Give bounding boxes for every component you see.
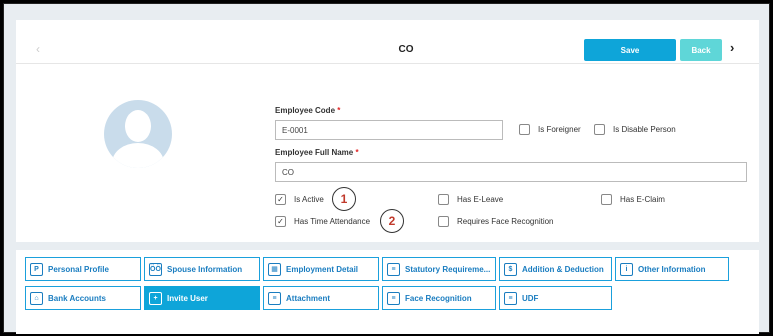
employee-code-label-text: Employee Code bbox=[275, 106, 336, 115]
tab-udf[interactable]: ≡ UDF bbox=[499, 286, 612, 310]
avatar-body-icon bbox=[112, 143, 164, 168]
employee-code-input[interactable]: E-0001 bbox=[275, 120, 503, 140]
header-divider bbox=[16, 63, 759, 64]
info-icon: i bbox=[620, 262, 633, 276]
required-mark: * bbox=[337, 106, 341, 115]
annotation-marker-1: 1 bbox=[332, 187, 356, 211]
tab-addition-deduction[interactable]: $ Addition & Deduction bbox=[499, 257, 612, 281]
section-tabs-card: P Personal Profile ÖÖ Spouse Information… bbox=[16, 250, 759, 334]
tab-face-recognition[interactable]: ≡ Face Recognition bbox=[382, 286, 496, 310]
document-icon: ≡ bbox=[387, 262, 400, 276]
full-name-label-text: Employee Full Name bbox=[275, 148, 354, 157]
tab-label: Spouse Information bbox=[167, 264, 243, 274]
avatar[interactable] bbox=[104, 100, 172, 168]
required-mark: * bbox=[355, 148, 359, 157]
bank-icon: ⌂ bbox=[30, 291, 43, 305]
tab-label: Other Information bbox=[638, 264, 706, 274]
is-foreigner-checkbox[interactable]: Is Foreigner bbox=[519, 124, 581, 135]
tab-other-information[interactable]: i Other Information bbox=[615, 257, 729, 281]
profile-icon: P bbox=[30, 262, 43, 276]
requires-face-recognition-box[interactable] bbox=[438, 216, 449, 227]
tab-statutory-requirements[interactable]: ≡ Statutory Requireme... bbox=[382, 257, 496, 281]
tab-employment-detail[interactable]: ▦ Employment Detail bbox=[263, 257, 379, 281]
annotation-marker-2: 2 bbox=[380, 209, 404, 233]
has-eleave-label: Has E-Leave bbox=[457, 195, 504, 204]
tab-label: Statutory Requireme... bbox=[405, 264, 491, 274]
building-icon: ▦ bbox=[268, 262, 281, 276]
has-eleave-checkbox[interactable]: Has E-Leave bbox=[438, 194, 503, 205]
tab-bank-accounts[interactable]: ⌂ Bank Accounts bbox=[25, 286, 141, 310]
is-disable-person-checkbox[interactable]: Is Disable Person bbox=[594, 124, 676, 135]
user-add-icon: + bbox=[149, 291, 162, 305]
face-icon: ≡ bbox=[387, 291, 400, 305]
page-title: CO bbox=[398, 44, 414, 55]
tab-label: Personal Profile bbox=[48, 264, 109, 274]
is-disable-person-box[interactable] bbox=[594, 124, 605, 135]
employee-code-label: Employee Code * bbox=[275, 106, 340, 115]
tab-label: Invite User bbox=[167, 293, 208, 303]
udf-icon: ≡ bbox=[504, 291, 517, 305]
next-record-icon[interactable]: › bbox=[730, 40, 734, 55]
full-name-label: Employee Full Name * bbox=[275, 148, 359, 157]
has-time-attendance-checkbox[interactable]: ✓ Has Time Attendance bbox=[275, 216, 370, 227]
is-disable-person-label: Is Disable Person bbox=[613, 125, 676, 134]
employee-header-card: ‹ CO Save Back › Employee Code * E-0001 … bbox=[16, 20, 759, 242]
has-eclaim-box[interactable] bbox=[601, 194, 612, 205]
tab-label: Face Recognition bbox=[405, 293, 472, 303]
tab-spouse-information[interactable]: ÖÖ Spouse Information bbox=[144, 257, 260, 281]
has-eleave-box[interactable] bbox=[438, 194, 449, 205]
people-icon: ÖÖ bbox=[149, 262, 162, 276]
has-time-attendance-box[interactable]: ✓ bbox=[275, 216, 286, 227]
previous-record-icon[interactable]: ‹ bbox=[36, 42, 40, 56]
has-eclaim-label: Has E-Claim bbox=[620, 195, 665, 204]
tab-label: Addition & Deduction bbox=[522, 264, 604, 274]
is-active-box[interactable]: ✓ bbox=[275, 194, 286, 205]
full-name-input[interactable]: CO bbox=[275, 162, 747, 182]
tab-label: UDF bbox=[522, 293, 539, 303]
coin-icon: $ bbox=[504, 262, 517, 276]
requires-face-recognition-checkbox[interactable]: Requires Face Recognition bbox=[438, 216, 554, 227]
back-button[interactable]: Back bbox=[680, 39, 722, 61]
has-eclaim-checkbox[interactable]: Has E-Claim bbox=[601, 194, 665, 205]
tab-label: Employment Detail bbox=[286, 264, 359, 274]
is-foreigner-label: Is Foreigner bbox=[538, 125, 581, 134]
is-active-checkbox[interactable]: ✓ Is Active bbox=[275, 194, 324, 205]
avatar-head-icon bbox=[125, 110, 151, 142]
has-time-attendance-label: Has Time Attendance bbox=[294, 217, 371, 226]
tab-personal-profile[interactable]: P Personal Profile bbox=[25, 257, 141, 281]
is-active-label: Is Active bbox=[294, 195, 324, 204]
attachment-icon: ≡ bbox=[268, 291, 281, 305]
tab-label: Bank Accounts bbox=[48, 293, 106, 303]
is-foreigner-box[interactable] bbox=[519, 124, 530, 135]
tab-invite-user[interactable]: + Invite User bbox=[144, 286, 260, 310]
requires-face-recognition-label: Requires Face Recognition bbox=[457, 217, 554, 226]
tab-attachment[interactable]: ≡ Attachment bbox=[263, 286, 379, 310]
save-button[interactable]: Save bbox=[584, 39, 676, 61]
tab-label: Attachment bbox=[286, 293, 331, 303]
app-frame: ‹ CO Save Back › Employee Code * E-0001 … bbox=[3, 3, 770, 334]
